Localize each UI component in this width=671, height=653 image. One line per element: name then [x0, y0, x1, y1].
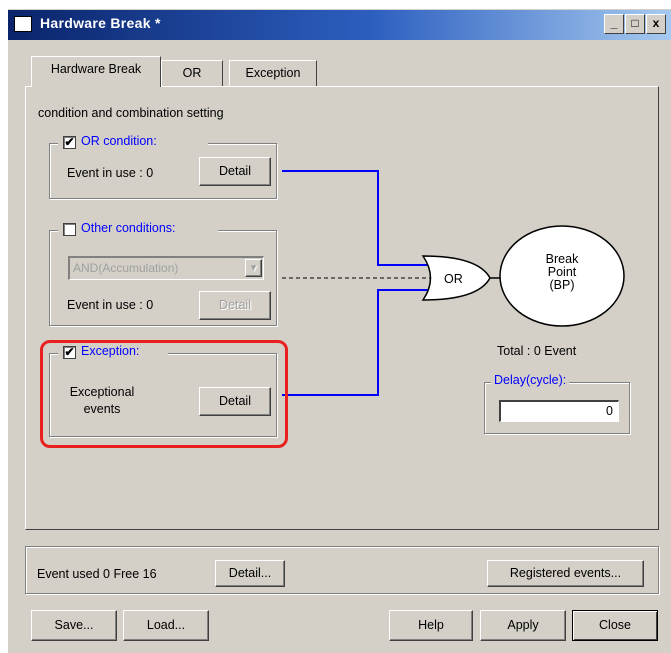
- apply-button[interactable]: Apply: [480, 610, 566, 641]
- delay-label: Delay(cycle):: [491, 373, 570, 387]
- or-condition-checkbox[interactable]: ✔: [63, 136, 76, 149]
- other-event-in-use: Event in use : 0: [67, 298, 154, 312]
- event-usage-text: Event used 0 Free 16: [37, 567, 157, 581]
- breakpoint-line-3: (BP): [549, 278, 575, 292]
- combination-dropdown-value: AND(Accumulation): [73, 261, 179, 275]
- close-button[interactable]: Close: [572, 610, 658, 641]
- save-button[interactable]: Save...: [31, 610, 117, 641]
- exception-wire: [282, 289, 428, 396]
- load-button[interactable]: Load...: [123, 610, 209, 641]
- or-detail-button[interactable]: Detail: [199, 157, 271, 186]
- or-gate-label: OR: [444, 272, 463, 286]
- other-detail-button[interactable]: Detail: [199, 291, 271, 320]
- delay-cycle-input[interactable]: 0: [499, 400, 619, 422]
- combination-dropdown[interactable]: AND(Accumulation) ▾: [68, 256, 264, 280]
- registered-events-button[interactable]: Registered events...: [487, 560, 644, 587]
- other-conditions-checkbox[interactable]: [63, 223, 76, 236]
- or-condition-label[interactable]: OR condition:: [81, 134, 157, 148]
- event-detail-button[interactable]: Detail...: [215, 560, 285, 587]
- dropdown-arrow-icon[interactable]: ▾: [245, 259, 262, 277]
- help-button[interactable]: Help: [389, 610, 473, 641]
- or-event-in-use: Event in use : 0: [67, 166, 154, 180]
- highlight-outline: [40, 340, 288, 448]
- breakpoint-label: Break Point (BP): [532, 253, 592, 292]
- tab-hardware-break[interactable]: Hardware Break: [31, 56, 161, 87]
- total-events-text: Total : 0 Event: [497, 344, 577, 358]
- other-conditions-label[interactable]: Other conditions:: [81, 221, 176, 235]
- or-condition-wire: [282, 170, 428, 266]
